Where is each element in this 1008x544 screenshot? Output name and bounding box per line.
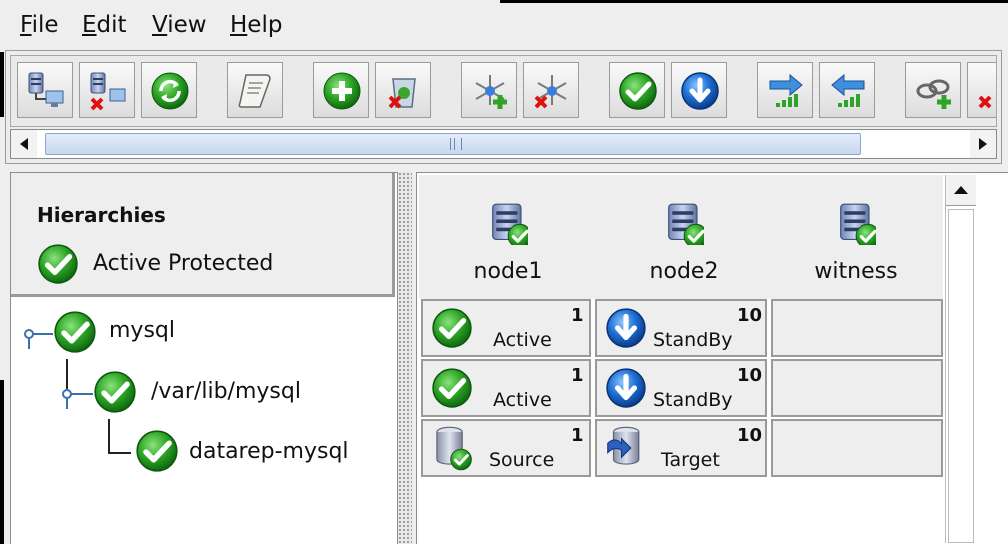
delete-dependency-button[interactable] (967, 62, 996, 118)
state-cell-var-lib-mysql-node2[interactable]: StandBy 10 (595, 359, 767, 417)
priority-label: 1 (571, 305, 584, 326)
pane-splitter[interactable] (398, 172, 412, 544)
connect-server-button[interactable] (17, 62, 73, 118)
delete-resource-button[interactable] (375, 62, 431, 118)
hierarchy-status-label: Active Protected (93, 251, 274, 276)
check-icon (53, 310, 97, 354)
arrow-left-icon (831, 73, 865, 107)
triangle-left-icon (20, 138, 28, 150)
extend-hierarchy-icon (475, 75, 507, 109)
source-disk-icon (436, 426, 473, 471)
hierarchies-title: Hierarchies (37, 203, 166, 227)
state-label: StandBy (653, 389, 733, 411)
desktop-background (500, 0, 1008, 3)
lifekeeper-window: File Edit View Help Hierarchies Active P… (0, 0, 1008, 544)
state-cell-mysql-node1[interactable]: Active 1 (421, 299, 591, 357)
server-name: node1 (473, 259, 543, 284)
unextend-hierarchy-icon (534, 75, 567, 109)
plus-icon (323, 72, 361, 110)
tree-item-label: datarep-mysql (189, 439, 349, 464)
tree-item-label: /var/lib/mysql (151, 379, 301, 404)
menu-bar: File Edit View Help (0, 8, 1008, 46)
link-add-icon (916, 79, 951, 109)
state-label: StandBy (653, 329, 733, 351)
refresh-icon (151, 72, 189, 110)
create-dependency-button[interactable] (905, 62, 961, 118)
hierarchy-summary: Hierarchies Active Protected (11, 173, 395, 297)
server-name: node2 (649, 259, 719, 284)
desktop-background (0, 380, 4, 544)
disconnect-server-button[interactable] (79, 62, 135, 118)
toolbar-horizontal-scrollbar[interactable] (10, 129, 997, 159)
tree-item-label: mysql (109, 318, 175, 343)
priority-label: 10 (737, 305, 763, 326)
out-of-service-button[interactable] (671, 62, 727, 118)
state-label: Active (493, 329, 552, 351)
link-delete-icon (978, 95, 992, 109)
toolbar-frame (5, 50, 1002, 164)
create-dependency-out-button[interactable] (819, 62, 875, 118)
down-arrow-icon (605, 367, 647, 409)
down-arrow-icon (680, 71, 720, 111)
server-name: witness (814, 259, 898, 284)
desktop-background (0, 52, 4, 117)
extend-hierarchy-button[interactable] (461, 62, 517, 118)
state-label: Source (489, 449, 555, 471)
state-cell-mysql-witness[interactable] (771, 299, 943, 357)
menu-file[interactable]: File (20, 12, 59, 38)
in-service-button[interactable] (609, 62, 665, 118)
vertical-scroll-track[interactable] (948, 209, 974, 543)
server-header: node1 node2 witness (419, 175, 943, 299)
disconnect-server-icon (90, 72, 126, 111)
check-icon (37, 243, 79, 285)
priority-label: 1 (571, 425, 584, 446)
arrow-right-icon (769, 73, 803, 107)
recycle-bin-icon (388, 78, 416, 109)
status-pane: node1 node2 witness Active 1 StandBy 10 (416, 172, 1008, 544)
check-icon (93, 370, 137, 414)
check-icon (135, 429, 179, 473)
triangle-right-icon (979, 138, 987, 150)
state-cell-var-lib-mysql-witness[interactable] (771, 359, 943, 417)
scroll-right-arrow[interactable] (970, 130, 996, 158)
check-icon (431, 367, 473, 409)
state-cell-datarep-node1[interactable]: Source 1 (421, 419, 591, 477)
target-disk-icon (607, 426, 640, 465)
down-arrow-icon (605, 307, 647, 349)
state-cell-datarep-node2[interactable]: Target 10 (595, 419, 767, 477)
connect-server-icon (28, 72, 64, 107)
server-icon (836, 201, 876, 245)
menu-view[interactable]: View (152, 12, 207, 38)
refresh-button[interactable] (141, 62, 197, 118)
state-cell-datarep-witness[interactable] (771, 419, 943, 477)
unextend-hierarchy-button[interactable] (523, 62, 579, 118)
create-resource-button[interactable] (313, 62, 369, 118)
state-cell-mysql-node2[interactable]: StandBy 10 (595, 299, 767, 357)
priority-label: 10 (737, 365, 763, 386)
state-label: Target (661, 449, 720, 471)
hierarchy-pane: Hierarchies Active Protected mysql /var/… (10, 172, 398, 544)
toolbar (10, 55, 997, 127)
check-icon (431, 307, 473, 349)
scroll-up-arrow[interactable] (946, 175, 976, 206)
check-icon (618, 71, 658, 111)
state-cell-var-lib-mysql-node1[interactable]: Active 1 (421, 359, 591, 417)
view-log-button[interactable] (227, 62, 283, 118)
scroll-log-icon (238, 74, 271, 108)
scroll-thumb[interactable] (45, 133, 861, 155)
priority-label: 10 (737, 425, 763, 446)
server-icon (488, 201, 528, 245)
status-vertical-scrollbar[interactable] (945, 175, 976, 543)
priority-label: 1 (571, 365, 584, 386)
menu-edit[interactable]: Edit (82, 12, 127, 38)
create-dependency-in-button[interactable] (757, 62, 813, 118)
state-label: Active (493, 389, 552, 411)
server-icon (664, 201, 704, 245)
scroll-grip (450, 138, 462, 150)
menu-help[interactable]: Help (230, 12, 282, 38)
triangle-up-icon (954, 186, 968, 194)
scroll-left-arrow[interactable] (11, 130, 37, 158)
